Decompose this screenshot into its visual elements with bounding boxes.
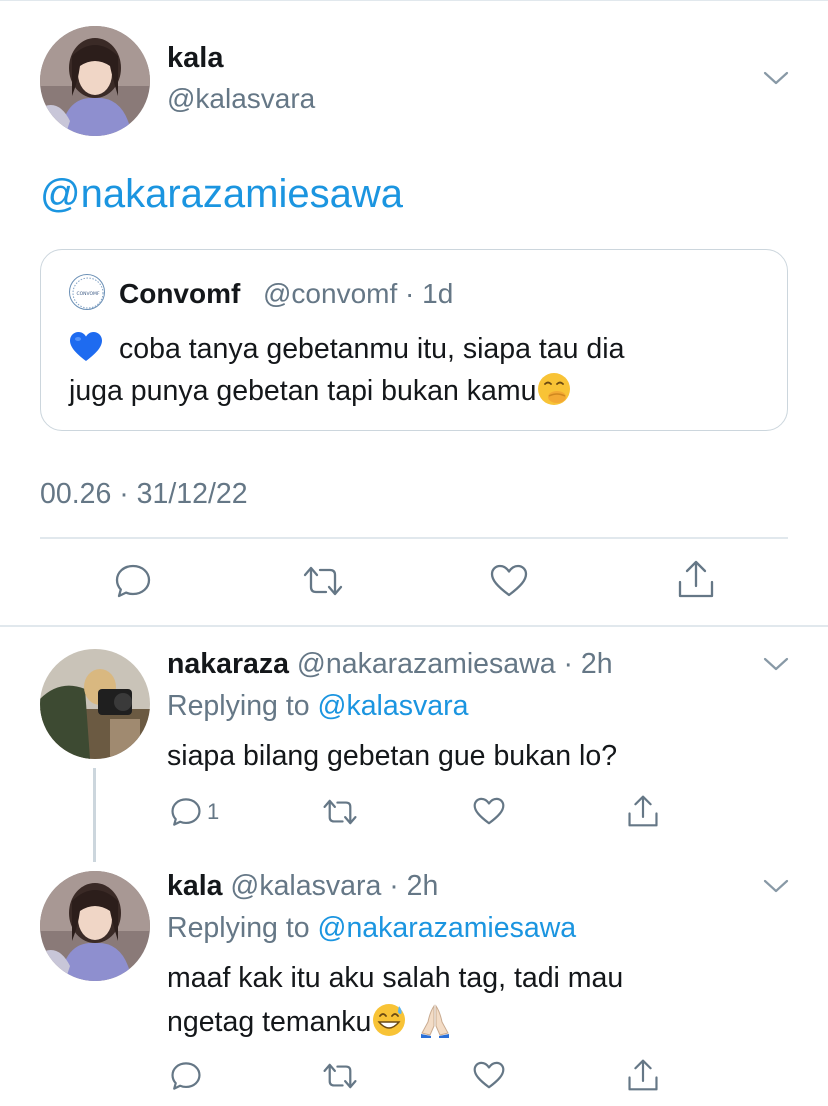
section-divider [0, 625, 828, 627]
reply-icon[interactable] [170, 1060, 202, 1092]
reply-text: maaf kak itu aku salah tag, tadi mau nge… [167, 956, 623, 1044]
author-name[interactable]: kala [167, 42, 223, 75]
reply-author-meta: @kalasvara · 2h [222, 870, 439, 902]
top-divider [0, 0, 828, 1]
reply-icon[interactable] [170, 796, 202, 828]
folded-hands-emoji-icon [421, 1004, 450, 1038]
author-handle[interactable]: @kalasvara [167, 83, 315, 115]
share-icon[interactable] [627, 794, 659, 828]
like-heart-icon[interactable] [473, 797, 505, 826]
quote-avatar-text: CONVOMF [76, 291, 99, 297]
blue-heart-emoji-icon [70, 332, 102, 361]
like-heart-icon[interactable] [473, 1061, 505, 1090]
replying-to-handle[interactable]: @nakarazamiesawa [318, 912, 577, 944]
thread-connector [93, 768, 96, 862]
chevron-down-icon[interactable] [763, 878, 789, 894]
quote-author-name: Convomf [119, 278, 241, 309]
reply-count: 1 [207, 799, 220, 824]
retweet-icon[interactable] [322, 1061, 358, 1091]
chevron-down-icon[interactable] [763, 656, 789, 672]
quote-author-meta: @convomf · 1d [263, 278, 454, 309]
chevron-down-icon[interactable] [763, 70, 789, 86]
like-heart-icon[interactable] [490, 564, 528, 598]
replying-to: Replying to @kalasvara [167, 690, 468, 723]
quote-text: coba tanya gebetanmu itu, siapa tau dia … [69, 328, 769, 412]
tweet-mention-link[interactable]: @nakarazamiesawa [40, 172, 403, 217]
reply-avatar[interactable] [40, 871, 150, 981]
replying-to: Replying to @nakarazamiesawa [167, 912, 576, 945]
reply-icon[interactable] [114, 562, 152, 600]
quote-line-1: coba tanya gebetanmu itu, siapa tau dia [119, 333, 625, 365]
face-with-hand-over-mouth-emoji-icon [538, 373, 571, 405]
avatar[interactable] [40, 26, 150, 136]
reply-header[interactable]: nakaraza @nakarazamiesawa · 2h [167, 648, 613, 681]
quoted-tweet[interactable]: CONVOMF Convomf @convomf · 1d coba tanya… [40, 249, 788, 431]
reply-header[interactable]: kala @kalasvara · 2h [167, 870, 438, 903]
divider [40, 537, 788, 539]
reply-author-name[interactable]: nakaraza [167, 648, 289, 680]
retweet-icon[interactable] [322, 797, 358, 827]
quote-line-2: juga punya gebetan tapi bukan kamu [69, 375, 537, 407]
replying-to-handle[interactable]: @kalasvara [318, 690, 469, 722]
replying-to-prefix: Replying to [167, 690, 318, 722]
tweet-timestamp[interactable]: 00.26 · 31/12/22 [40, 478, 248, 511]
quote-avatar: CONVOMF [69, 274, 105, 310]
share-icon[interactable] [627, 1058, 659, 1092]
share-icon[interactable] [677, 559, 715, 599]
reply-author-name[interactable]: kala [167, 870, 222, 902]
reply-author-meta: @nakarazamiesawa · 2h [289, 648, 613, 680]
replying-to-prefix: Replying to [167, 912, 318, 944]
reply-text: siapa bilang gebetan gue bukan lo? [167, 740, 618, 772]
retweet-icon[interactable] [302, 564, 344, 598]
reply-line-2: ngetag temanku [167, 1006, 372, 1038]
reply-avatar[interactable] [40, 649, 150, 759]
grinning-sweat-emoji-icon [373, 1004, 406, 1036]
reply-line-1: maaf kak itu aku salah tag, tadi mau [167, 962, 624, 994]
